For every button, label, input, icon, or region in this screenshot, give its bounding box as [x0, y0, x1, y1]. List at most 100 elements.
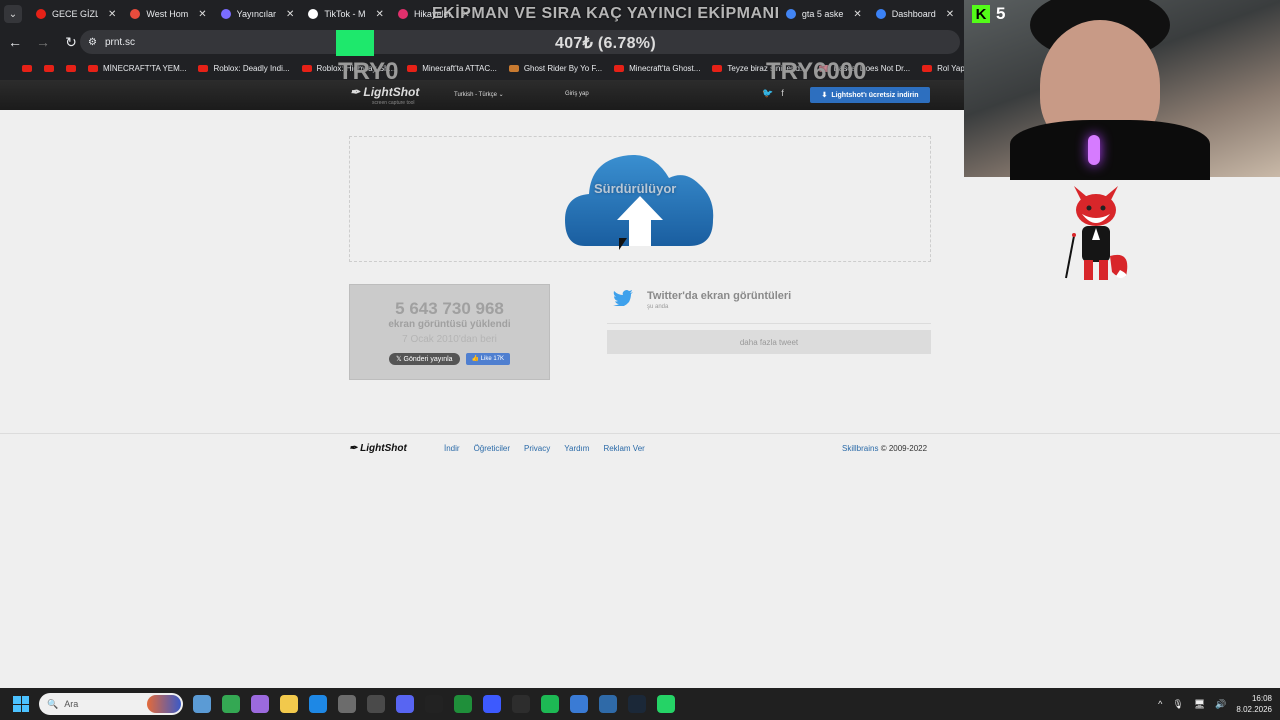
close-icon[interactable]: ✕: [853, 9, 861, 20]
apps-icon[interactable]: [8, 63, 10, 73]
post-on-x-button[interactable]: 𝕏 Gönderi yayınla: [388, 353, 460, 365]
network-icon[interactable]: 🖥: [1194, 699, 1205, 710]
close-icon[interactable]: ✕: [946, 9, 954, 20]
footer-divider: [0, 433, 1280, 434]
logo-subtitle: screen capture tool: [372, 100, 415, 106]
twitter-feed-header: Twitter'da ekran görüntüleri şu anda: [613, 290, 791, 310]
taskbar-app-icon[interactable]: [193, 695, 211, 713]
taskbar-app-icon[interactable]: [657, 695, 675, 713]
volume-icon[interactable]: 🔊: [1215, 699, 1226, 710]
stream-overlay-percent: 407₺ (6.78%): [555, 35, 656, 52]
close-icon[interactable]: ✕: [198, 9, 206, 20]
taskbar-app-icon[interactable]: [367, 695, 385, 713]
close-icon[interactable]: ✕: [376, 9, 384, 20]
bookmark-label: Minecraft'ta Ghost...: [629, 63, 701, 73]
bookmark-item[interactable]: MİNECRAFT'TA YEM...: [88, 64, 186, 73]
upload-status: Sürdürülüyor: [594, 181, 677, 196]
reload-button[interactable]: ↻: [64, 34, 78, 51]
bookmark-item[interactable]: [66, 64, 76, 72]
microphone-icon[interactable]: 🎙: [1172, 699, 1183, 710]
taskbar-search[interactable]: 🔍 Ara: [39, 693, 183, 715]
youtube-icon: [22, 64, 32, 72]
address-bar[interactable]: ⚙ prnt.sc: [80, 30, 960, 54]
language-select[interactable]: Turkish - Türkçe ⌄: [454, 91, 504, 98]
social-links: 🐦 f: [762, 88, 784, 99]
bookmark-item[interactable]: Rol Yap: [922, 64, 965, 73]
google-icon: [785, 9, 796, 19]
upload-cloud-icon[interactable]: [565, 148, 715, 248]
footer-link-help[interactable]: Yardım: [564, 444, 589, 453]
taskbar-app-icon[interactable]: [309, 695, 327, 713]
facebook-like-button[interactable]: 👍 Like 17K: [465, 353, 511, 365]
taskbar-app-icon[interactable]: [541, 695, 559, 713]
youtube-icon: [66, 64, 76, 72]
lightshot-logo[interactable]: ✒ LightShot: [350, 85, 419, 99]
kick-count: 5: [996, 4, 1006, 23]
chevron-up-icon[interactable]: ^: [1158, 699, 1162, 709]
taskbar-app-icon[interactable]: [454, 695, 472, 713]
skillbrains-link[interactable]: Skillbrains: [842, 444, 878, 453]
instagram-icon: [397, 9, 408, 19]
clock[interactable]: 16:08 8.02.2026: [1236, 693, 1272, 715]
taskbar-app-icon[interactable]: [222, 695, 240, 713]
site-info-icon[interactable]: ⚙: [88, 37, 97, 48]
stats-box: 5 643 730 968 ekran görüntüsü yüklendi 7…: [349, 284, 550, 380]
taskbar-app-icon[interactable]: [251, 695, 269, 713]
download-button[interactable]: ⬇ Lightshot'ı ücretsiz indirin: [810, 87, 930, 103]
footer-link-advertise[interactable]: Reklam Ver: [603, 444, 644, 453]
taskbar-app-icon[interactable]: [628, 695, 646, 713]
footer-link-tutorials[interactable]: Öğreticiler: [474, 444, 510, 453]
tab-6[interactable]: gta 5 aske ✕: [780, 2, 868, 26]
tab-title: West Hom: [146, 9, 189, 19]
system-tray: ^ 🎙 🖥 🔊 16:08 8.02.2026: [1158, 688, 1272, 720]
footer-logo-text: LightShot: [360, 443, 407, 454]
footer-link-download[interactable]: İndir: [444, 444, 460, 453]
bookmark-item[interactable]: [44, 64, 54, 72]
tab-7[interactable]: Dashboard ✕: [870, 2, 960, 26]
tab-2[interactable]: West Hom ✕: [124, 2, 212, 26]
tab-title: Dashboard: [891, 9, 936, 19]
taskbar-app-icon[interactable]: [483, 695, 501, 713]
taskbar-app-icon[interactable]: [425, 695, 443, 713]
youtube-icon: [88, 64, 98, 72]
taskbar-app-icon[interactable]: [280, 695, 298, 713]
taskbar-app-icon[interactable]: [396, 695, 414, 713]
login-link[interactable]: Giriş yap: [565, 91, 589, 97]
facebook-icon[interactable]: f: [781, 88, 784, 99]
more-tweets-button[interactable]: daha fazla tweet: [607, 330, 931, 354]
tab-3[interactable]: Yayıncılar ✕: [215, 2, 301, 26]
taskbar-app-icon[interactable]: [599, 695, 617, 713]
close-icon[interactable]: ✕: [108, 9, 116, 20]
site-icon: [130, 9, 141, 19]
footer-link-privacy[interactable]: Privacy: [524, 444, 550, 453]
twitter-feed-subtitle: şu anda: [647, 304, 669, 310]
tab-search-button[interactable]: ⌄: [4, 5, 22, 23]
tab-title: GECE GİZLİ: [52, 9, 98, 19]
bookmark-item[interactable]: Ghost Rider By Yo F...: [508, 64, 602, 73]
bookmark-item[interactable]: [22, 64, 32, 72]
site-icon: [220, 9, 231, 19]
taskbar-app-icon[interactable]: [570, 695, 588, 713]
since-date: 7 Ocak 2010'dan beri: [402, 334, 497, 345]
twitter-icon[interactable]: 🐦: [762, 88, 773, 99]
copyright: Skillbrains © 2009-2022: [842, 444, 927, 453]
search-placeholder: Ara: [64, 699, 79, 709]
twitter-feed-title: Twitter'da ekran görüntüleri: [647, 290, 792, 302]
ghost-rider-icon: [508, 64, 519, 72]
download-icon: ⬇: [821, 92, 828, 99]
taskbar-app-icon[interactable]: [338, 695, 356, 713]
start-button[interactable]: [13, 696, 29, 712]
kick-counter: K 5: [972, 4, 1005, 24]
bookmark-item[interactable]: Roblox: Deadly Indi...: [198, 64, 290, 73]
back-button[interactable]: ←: [8, 34, 22, 50]
bookmark-item[interactable]: Minecraft'ta Ghost...: [614, 64, 700, 73]
taskbar-app-icon[interactable]: [512, 695, 530, 713]
tab-1[interactable]: GECE GİZLİ ✕: [30, 2, 122, 26]
forward-button[interactable]: →: [36, 34, 50, 50]
footer-links: İndir Öğreticiler Privacy Yardım Reklam …: [444, 444, 645, 453]
bookmark-item[interactable]: Minecraft'ta ATTAC...: [407, 64, 497, 73]
tab-4[interactable]: TikTok - M ✕: [302, 2, 390, 26]
close-icon[interactable]: ✕: [286, 9, 294, 20]
divider: [607, 323, 931, 324]
footer-logo[interactable]: ✒ LightShot: [349, 443, 407, 454]
